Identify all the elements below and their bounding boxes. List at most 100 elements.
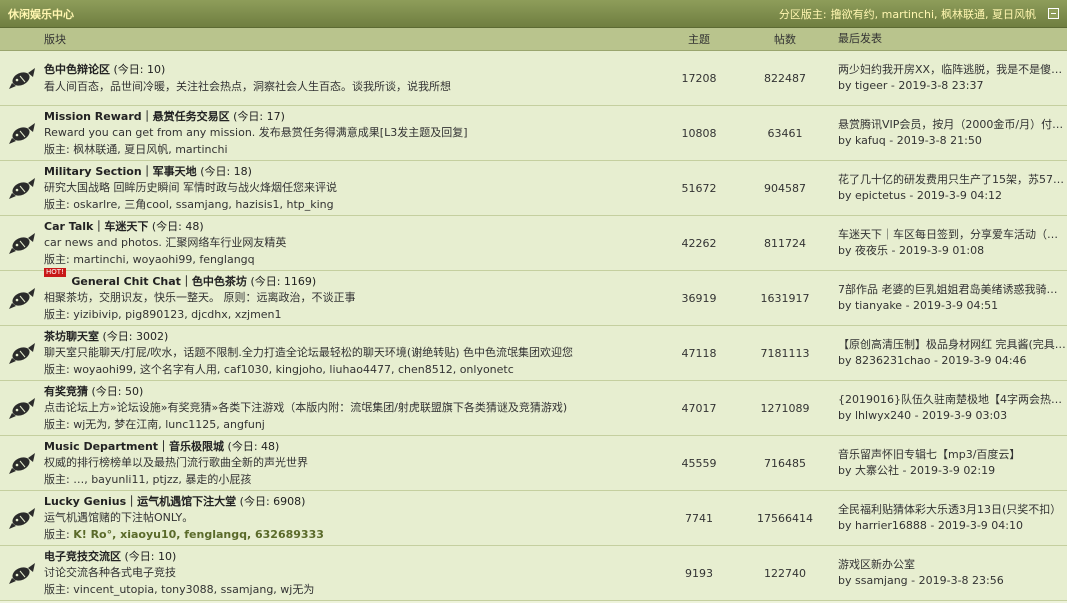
forum-row: Music Department｜音乐极限城 (今日: 48) 权威的排行榜榜单… — [0, 436, 1067, 491]
last-post-title[interactable]: 音乐留声怀旧专辑七【mp3/百度云】 — [838, 447, 1067, 463]
fish-icon[interactable] — [8, 176, 36, 200]
forum-icon-cell — [0, 546, 44, 600]
fish-icon[interactable] — [8, 396, 36, 420]
forum-icon-cell — [0, 216, 44, 270]
forum-last-post: 全民福利贴猜体彩大乐透3月13日(只奖不扣） by harrier16888 -… — [821, 502, 1067, 534]
forum-posts: 63461 — [767, 126, 803, 140]
collapse-icon[interactable] — [1048, 8, 1059, 19]
last-post-title[interactable]: {2019016}队伍久驻南楚极地【4字两会热词】 — [838, 392, 1067, 408]
last-post-title[interactable]: 游戏区新办公室 — [838, 557, 1067, 573]
fish-icon[interactable] — [8, 121, 36, 145]
forum-row: Car Talk｜车迷天下 (今日: 48) car news and phot… — [0, 216, 1067, 271]
forum-info: Car Talk｜车迷天下 (今日: 48) car news and phot… — [44, 218, 649, 269]
forum-topics: 42262 — [681, 236, 717, 250]
forum-name[interactable]: 茶坊聊天室 — [44, 330, 99, 343]
forum-name[interactable]: 色中色辩论区 — [44, 63, 110, 76]
forum-title-line: 茶坊聊天室 (今日: 3002) — [44, 329, 649, 346]
forum-today-count: (今日: 50) — [91, 384, 144, 398]
forum-description: 相聚茶坊，交朋识友，快乐一整天。 原则：远离政治，不谈正事 — [44, 291, 356, 305]
moderators-prefix: 版主: — [44, 527, 74, 541]
forum-info: Military Section｜军事天地 (今日: 18) 研究大国战略 回眸… — [44, 163, 649, 214]
forum-info: Lucky Genius｜运气机遇馆下注大堂 (今日: 6908) 运气机遇馆赌… — [44, 493, 649, 544]
forum-moderators[interactable]: 版主: …, bayunli11, ptjzz, 暴走的小屁孩 — [44, 472, 649, 489]
fish-icon[interactable] — [8, 66, 36, 90]
last-post-title[interactable]: 两少妇约我开房XX，临阵逃脱，我是不是傻B？… — [838, 62, 1067, 78]
moderators-list[interactable]: 撸欲有约, martinchi, 枫林联通, 夏日风帆 — [831, 6, 1036, 22]
forum-topics: 7741 — [685, 511, 713, 525]
forum-info: Mission Reward｜悬赏任务交易区 (今日: 17) Reward y… — [44, 108, 649, 159]
forum-last-post: 两少妇约我开房XX，临阵逃脱，我是不是傻B？… by tigeer - 2019… — [821, 62, 1067, 94]
forum-name[interactable]: Car Talk｜车迷天下 — [44, 220, 148, 233]
forum-row: 色中色辩论区 (今日: 10) 看人间百态，品世间冷暖，关注社会热点，洞察社会人… — [0, 51, 1067, 106]
last-post-author[interactable]: by 8236231chao - 2019-3-9 04:46 — [838, 354, 1027, 367]
last-post-title[interactable]: 车迷天下｜车区每日签到，分享爱车活动（第 ... — [838, 227, 1067, 243]
last-post-author[interactable]: by tigeer - 2019-3-8 23:37 — [838, 79, 984, 92]
forum-last-post: {2019016}队伍久驻南楚极地【4字两会热词】 by lhlwyx240 -… — [821, 392, 1067, 424]
fish-icon[interactable] — [8, 561, 36, 585]
forum-topics: 17208 — [681, 71, 717, 85]
last-post-author[interactable]: by 夜夜乐 - 2019-3-9 01:08 — [838, 244, 984, 257]
forum-icon-cell — [0, 491, 44, 545]
column-last-post: 最后发表 — [838, 32, 882, 45]
last-post-author[interactable]: by ssamjang - 2019-3-8 23:56 — [838, 574, 1004, 587]
column-header: 版块 主题 帖数 最后发表 — [0, 28, 1067, 51]
forum-name[interactable]: 电子竞技交流区 — [44, 550, 121, 563]
forum-last-post: 车迷天下｜车区每日签到，分享爱车活动（第 ... by 夜夜乐 - 2019-3… — [821, 227, 1067, 259]
forum-moderators[interactable]: 版主: K! Ro°, xiaoyu10, fenglangq, 6326893… — [44, 527, 649, 544]
forum-posts: 1271089 — [760, 401, 810, 415]
last-post-author[interactable]: by tianyake - 2019-3-9 04:51 — [838, 299, 998, 312]
forum-title-line: 电子竞技交流区 (今日: 10) — [44, 549, 649, 566]
category-title[interactable]: 休闲娱乐中心 — [8, 6, 74, 22]
last-post-author[interactable]: by 大寨公社 - 2019-3-9 02:19 — [838, 464, 995, 477]
forum-info: 茶坊聊天室 (今日: 3002) 聊天室只能聊天/打屁/吹水，话题不限制.全力打… — [44, 328, 649, 379]
forum-moderators[interactable]: 版主: martinchi, woyaohi99, fenglangq — [44, 252, 649, 269]
forum-row: HOT! General Chit Chat｜色中色茶坊 (今日: 1169) … — [0, 267, 1067, 326]
fish-icon[interactable] — [8, 451, 36, 475]
forum-topics: 47118 — [681, 346, 717, 360]
forum-name[interactable]: Mission Reward｜悬赏任务交易区 — [44, 110, 230, 123]
moderators-names[interactable]: K! Ro°, xiaoyu10, fenglangq, 632689333 — [73, 528, 324, 541]
forum-name[interactable]: 有奖竞猜 — [44, 385, 88, 398]
forum-name[interactable]: Music Department｜音乐极限城 — [44, 440, 224, 453]
forum-posts: 904587 — [764, 181, 806, 195]
forum-info: Music Department｜音乐极限城 (今日: 48) 权威的排行榜榜单… — [44, 438, 649, 489]
forum-today-count: (今日: 1169) — [250, 274, 317, 288]
last-post-title[interactable]: 【原创高清压制】极品身材网红 完具酱(完具 ... — [838, 337, 1067, 353]
forum-today-count: (今日: 48) — [151, 219, 204, 233]
forum-name[interactable]: General Chit Chat｜色中色茶坊 — [71, 275, 247, 288]
forum-moderators[interactable]: 版主: yizibivip, pig890123, djcdhx, xzjmen… — [44, 307, 649, 324]
last-post-title[interactable]: 花了几十亿的研发费用只生产了15架，苏57还 ... — [838, 172, 1067, 188]
forum-moderators[interactable]: 版主: woyaohi99, 这个名字有人用, caf1030, kingjoh… — [44, 362, 649, 379]
forum-description: 聊天室只能聊天/打屁/吹水，话题不限制.全力打造全论坛最轻松的聊天环境(谢绝转贴… — [44, 346, 573, 360]
forum-title-line: Mission Reward｜悬赏任务交易区 (今日: 17) — [44, 109, 649, 126]
forum-posts: 7181113 — [760, 346, 810, 360]
forum-name[interactable]: Military Section｜军事天地 — [44, 165, 197, 178]
forum-moderators[interactable]: 版主: oskarlre, 三角cool, ssamjang, hazisis1… — [44, 197, 649, 214]
forum-name[interactable]: Lucky Genius｜运气机遇馆下注大堂 — [44, 495, 236, 508]
last-post-title[interactable]: 7部作品 老婆的巨乳姐姐君岛美绪诱惑我骑乘 ... — [838, 282, 1067, 298]
forum-title-line: 有奖竞猜 (今日: 50) — [44, 384, 649, 401]
last-post-author[interactable]: by kafuq - 2019-3-8 21:50 — [838, 134, 982, 147]
fish-icon[interactable] — [8, 506, 36, 530]
fish-icon[interactable] — [8, 341, 36, 365]
forum-topics: 9193 — [685, 566, 713, 580]
forum-description: Reward you can get from any mission. 发布悬… — [44, 126, 468, 140]
fish-icon[interactable] — [8, 286, 36, 310]
forum-today-count: (今日: 18) — [200, 164, 252, 178]
fish-icon[interactable] — [8, 231, 36, 255]
last-post-title[interactable]: 全民福利贴猜体彩大乐透3月13日(只奖不扣） — [838, 502, 1067, 518]
last-post-title[interactable]: 悬赏腾讯VIP会员，按月（2000金币/月）付费 ... — [838, 117, 1067, 133]
forum-title-line: Lucky Genius｜运气机遇馆下注大堂 (今日: 6908) — [44, 494, 649, 511]
forum-description: 权威的排行榜榜单以及最热门流行歌曲全新的声光世界 — [44, 456, 308, 470]
forum-icon-cell — [0, 271, 44, 325]
forum-title-line: 色中色辩论区 (今日: 10) — [44, 62, 649, 79]
last-post-author[interactable]: by epictetus - 2019-3-9 04:12 — [838, 189, 1002, 202]
last-post-author[interactable]: by lhlwyx240 - 2019-3-9 03:03 — [838, 409, 1007, 422]
forum-icon-cell — [0, 106, 44, 160]
forum-last-post: 游戏区新办公室 by ssamjang - 2019-3-8 23:56 — [821, 557, 1067, 589]
last-post-author[interactable]: by harrier16888 - 2019-3-9 04:10 — [838, 519, 1023, 532]
forum-moderators[interactable]: 版主: wj无为, 梦在江南, lunc1125, angfunj — [44, 417, 649, 434]
forum-moderators[interactable]: 版主: vincent_utopia, tony3088, ssamjang, … — [44, 582, 649, 599]
forum-moderators[interactable]: 版主: 枫林联通, 夏日风帆, martinchi — [44, 142, 649, 159]
forum-row: Military Section｜军事天地 (今日: 18) 研究大国战略 回眸… — [0, 161, 1067, 216]
